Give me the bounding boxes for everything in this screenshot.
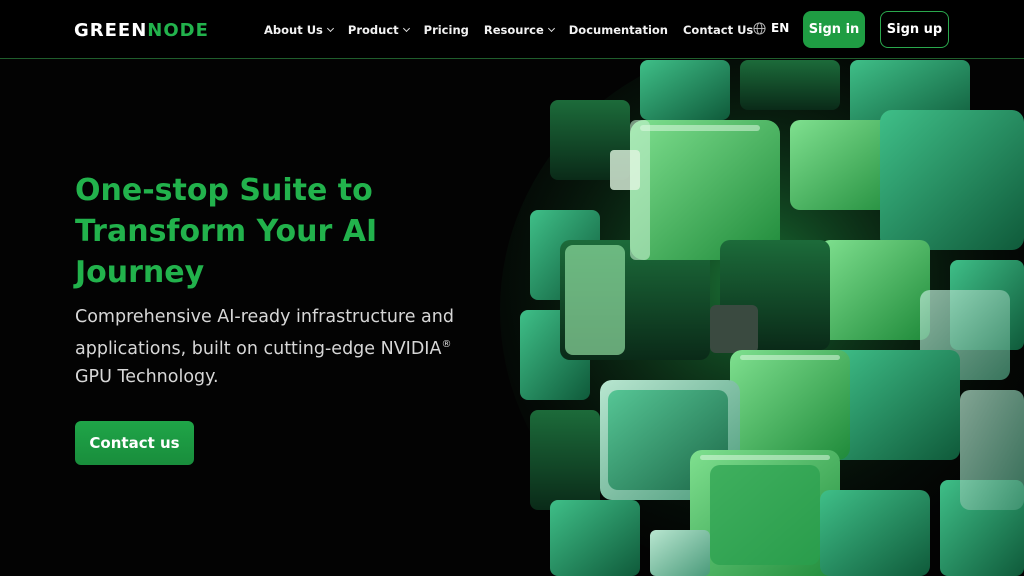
language-label: EN [771, 21, 790, 35]
chevron-down-icon [402, 24, 410, 33]
nav-label: Resource [483, 23, 544, 37]
nav-label: Documentation [568, 23, 668, 37]
language-selector[interactable]: EN [753, 21, 789, 35]
registered-mark: ® [441, 339, 452, 350]
nav-item-pricing[interactable]: Pricing [424, 22, 469, 38]
green-cubes-illustration [490, 60, 1024, 576]
hero-description-line-1: Comprehensive AI-ready infrastructure an… [75, 307, 454, 327]
chevron-down-icon [547, 24, 555, 33]
main-nav: About Us Product Pricing Resource Docume… [264, 22, 768, 38]
nav-item-resource[interactable]: Resource [483, 22, 555, 38]
nav-item-product[interactable]: Product [347, 22, 410, 38]
logo-text-green: GREEN [74, 19, 148, 41]
greennode-logo[interactable]: GREEN NODE [74, 19, 209, 41]
hero-title: One-stop Suite to Transform Your AI Jour… [75, 173, 378, 290]
nav-label: Contact Us [682, 23, 754, 37]
nav-label: Product [347, 23, 399, 37]
nav-item-contact-us[interactable]: Contact Us [683, 22, 753, 38]
contact-us-button[interactable]: Contact us [75, 421, 194, 465]
sign-in-button[interactable]: Sign in [803, 11, 865, 48]
nav-label: About Us [264, 23, 323, 37]
logo-text-node: NODE [147, 19, 209, 41]
hero-description-line-2: applications, built on cutting-edge NVID… [75, 338, 442, 359]
chevron-down-icon [326, 24, 334, 33]
hero-description: Comprehensive AI-ready infrastructure an… [75, 303, 495, 391]
sign-up-button[interactable]: Sign up [880, 11, 949, 48]
nav-item-documentation[interactable]: Documentation [569, 22, 668, 38]
hero-description-line-3: GPU Technology. [75, 366, 219, 387]
nav-item-about-us[interactable]: About Us [264, 22, 334, 38]
top-navbar: GREEN NODE About Us Product Pricing Resou… [0, 0, 1024, 59]
nav-label: Pricing [423, 23, 469, 37]
globe-icon [753, 21, 766, 35]
